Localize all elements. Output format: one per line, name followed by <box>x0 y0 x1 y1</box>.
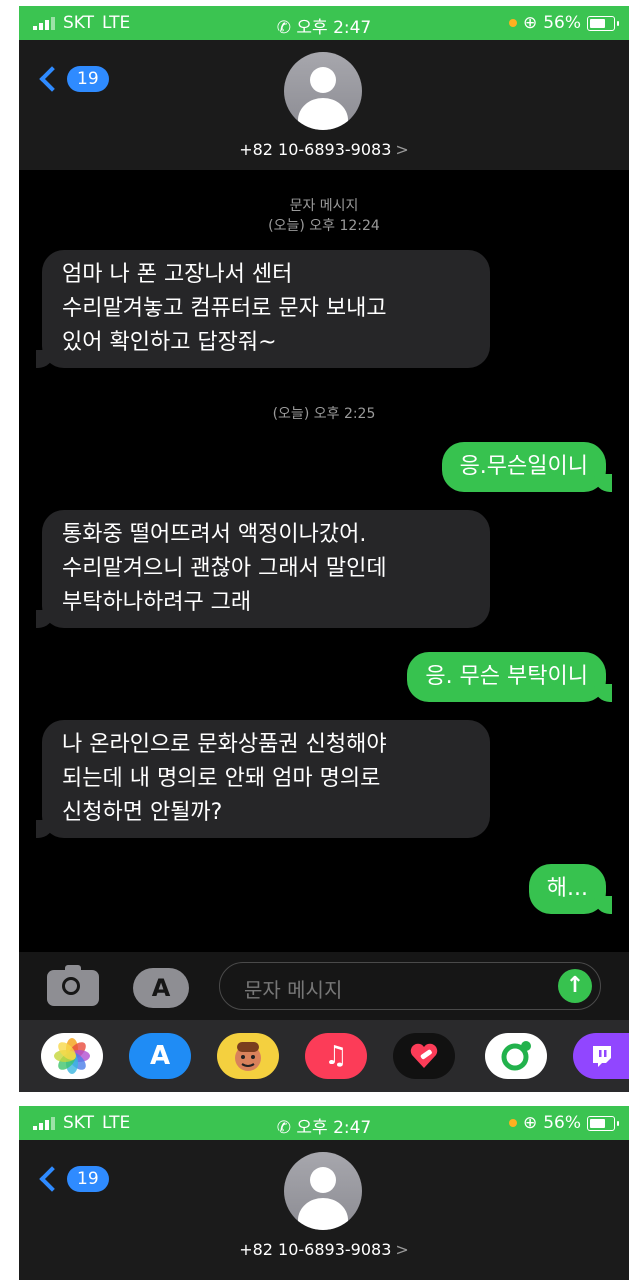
chevron-right-icon: > <box>395 140 409 159</box>
phone-call-icon: ✆ <box>276 1118 291 1138</box>
battery-icon <box>587 15 619 31</box>
back-button[interactable]: 19 <box>39 66 109 92</box>
chevron-left-icon <box>39 66 65 92</box>
conversation-header: 19 +82 10-6893-9083 > <box>19 1140 629 1280</box>
battery-icon <box>587 1115 619 1131</box>
status-bar: SKT LTE ✆ 오후 2:47 ⊕ 56% <box>19 6 629 40</box>
memoji-icon[interactable] <box>217 1033 279 1079</box>
status-bar: SKT LTE ✆ 오후 2:47 ⊕ 56% <box>19 1106 629 1140</box>
screenshot-2: SKT LTE ✆ 오후 2:47 ⊕ 56% 19 +82 10-6893-9… <box>19 1106 629 1280</box>
message-input-placeholder: 문자 메시지 <box>244 978 343 1002</box>
message-bubble-incoming[interactable]: 엄마 나 폰 고장나서 센터 수리맡겨놓고 컴퓨터로 문자 보내고 있어 확인하… <box>36 250 490 368</box>
lock-rotation-icon: ⊕ <box>522 1113 538 1133</box>
contact-number: +82 10-6893-9083 <box>239 140 392 159</box>
timestamp-1: (오늘) 오후 12:24 <box>268 218 380 234</box>
app-store-icon[interactable]: A <box>129 1033 191 1079</box>
chevron-left-icon <box>39 1166 65 1192</box>
chevron-right-icon: > <box>395 1240 409 1259</box>
status-time: 오후 2:47 <box>296 18 372 38</box>
photos-icon[interactable] <box>41 1033 103 1079</box>
mic-indicator-icon <box>508 19 517 27</box>
contact-number: +82 10-6893-9083 <box>239 1240 392 1259</box>
contact-avatar[interactable] <box>284 52 362 130</box>
mic-indicator-icon <box>508 1119 517 1127</box>
app-drawer: A ♫ <box>19 1020 629 1092</box>
screenshot-1: SKT LTE ✆ 오후 2:47 ⊕ 56% 19 +82 10-6893-9… <box>19 6 629 1092</box>
unread-count-badge: 19 <box>67 66 109 92</box>
message-bubble-outgoing[interactable]: 해... <box>528 864 613 914</box>
back-button[interactable]: 19 <box>39 1166 109 1192</box>
phone-call-icon: ✆ <box>276 18 291 38</box>
lock-rotation-icon: ⊕ <box>522 13 538 33</box>
send-button[interactable]: ↑ <box>558 969 592 1003</box>
music-icon[interactable]: ♫ <box>305 1033 367 1079</box>
contact-name[interactable]: +82 10-6893-9083 > <box>19 1240 629 1259</box>
message-bubble-incoming[interactable]: 나 온라인으로 문화상품권 신청해야 되는데 내 명의로 안돼 엄마 명의로 신… <box>36 720 490 838</box>
contact-name[interactable]: +82 10-6893-9083 > <box>19 140 629 159</box>
conversation-header: 19 +82 10-6893-9083 > <box>19 40 629 170</box>
digital-touch-icon[interactable] <box>393 1033 455 1079</box>
green-app-icon[interactable] <box>485 1033 547 1079</box>
twitch-icon[interactable] <box>573 1033 629 1079</box>
message-bubble-outgoing[interactable]: 응.무슨일이니 <box>441 442 613 492</box>
camera-icon[interactable] <box>47 965 99 1006</box>
contact-avatar[interactable] <box>284 1152 362 1230</box>
battery-percent: 56% <box>543 1113 581 1133</box>
message-bubble-outgoing[interactable]: 응. 무슨 부탁이니 <box>407 652 612 702</box>
service-label: 문자 메시지 <box>289 198 359 214</box>
status-time: 오후 2:47 <box>296 1118 372 1138</box>
unread-count-badge: 19 <box>67 1166 109 1192</box>
timestamp-2: (오늘) 오후 2:25 <box>272 406 376 422</box>
message-bubble-incoming[interactable]: 통화중 떨어뜨려서 액정이나갔어. 수리맡겨으니 괜찮아 그래서 말인데 부탁하… <box>36 510 490 628</box>
battery-percent: 56% <box>543 13 581 33</box>
composer-bar: A 문자 메시지 ↑ <box>19 952 629 1020</box>
message-input[interactable]: 문자 메시지 ↑ <box>219 962 601 1010</box>
app-store-icon[interactable]: A <box>133 968 189 1008</box>
